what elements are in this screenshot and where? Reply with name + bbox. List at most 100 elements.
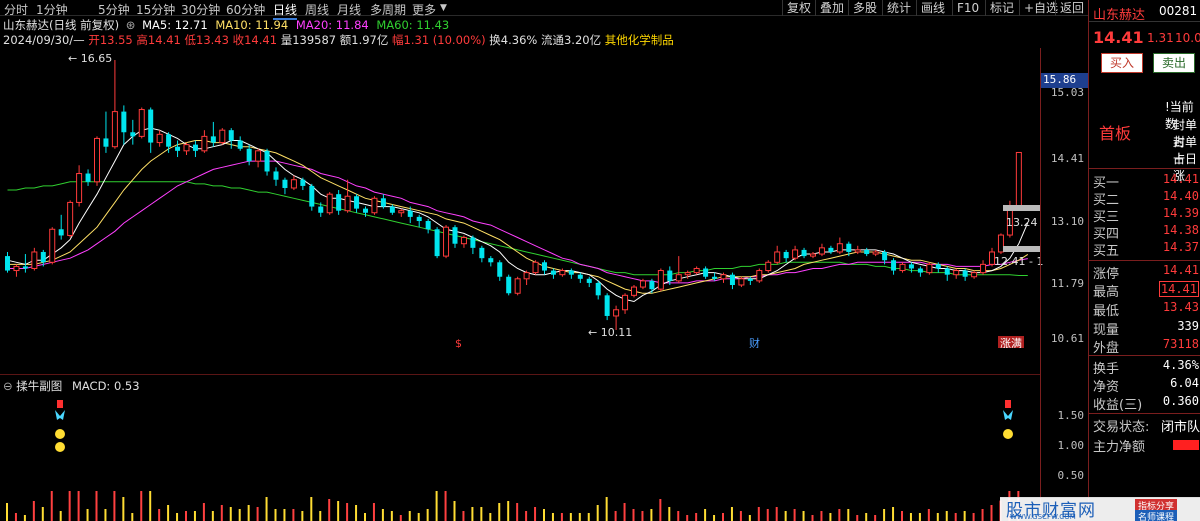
tab-30min[interactable]: 30分钟 [181,1,220,18]
signal-marker-left[interactable] [55,400,65,452]
candle[interactable] [309,183,315,211]
f10-button[interactable]: F10 [952,0,983,16]
candle[interactable] [542,260,547,275]
candle[interactable] [703,266,709,279]
tab-15min[interactable]: 15分钟 [136,1,175,18]
candle[interactable] [336,190,342,215]
candle[interactable] [1015,151,1022,208]
candle[interactable] [595,280,601,300]
candle[interactable] [237,136,243,151]
candle[interactable] [111,60,118,149]
candle[interactable] [219,128,226,145]
candle[interactable] [917,266,923,277]
candle[interactable] [94,136,100,186]
sub-panel-toggle-icon[interactable]: ⊖ [3,379,13,393]
tab-fenshi[interactable]: 分时 [4,1,28,18]
candle[interactable] [58,214,64,240]
buy-button[interactable]: 买入 [1101,53,1143,73]
sell-button[interactable]: 卖出 [1153,53,1195,73]
candle[interactable] [290,175,297,191]
adjust-button[interactable]: 复权 [782,0,815,16]
candle[interactable] [76,165,83,207]
candle[interactable] [568,268,574,279]
tab-monthly[interactable]: 月线 [337,1,361,18]
candle[interactable] [452,225,458,248]
candle[interactable] [300,177,306,191]
candle[interactable] [103,111,109,153]
candle[interactable] [774,245,781,265]
candle[interactable] [31,247,38,271]
tab-weekly[interactable]: 周线 [305,1,329,18]
candle[interactable] [228,128,234,149]
tab-60min[interactable]: 60分钟 [226,1,265,18]
candle[interactable] [899,262,906,273]
candle[interactable] [801,247,807,259]
tab-1min[interactable]: 1分钟 [36,1,68,18]
candle[interactable] [416,214,422,228]
mark-button[interactable]: 标记 [985,0,1018,16]
candle[interactable] [67,200,74,238]
tag-dollar[interactable]: $ [455,337,462,348]
candle[interactable] [443,225,450,259]
candle[interactable] [201,130,208,153]
candle[interactable] [657,268,664,292]
indicator-chart[interactable] [0,394,1040,521]
gear-icon[interactable]: ⊛ [126,18,136,32]
candle[interactable] [792,245,799,261]
candle[interactable] [138,107,145,139]
candle[interactable] [622,293,629,314]
candle[interactable] [121,105,127,145]
candle[interactable] [604,293,610,321]
candle[interactable] [344,179,351,213]
overlay-button[interactable]: 叠加 [815,0,848,16]
tab-multi-period[interactable]: 多周期 [370,1,406,18]
candle[interactable] [13,264,20,277]
tab-daily[interactable]: 日线 [273,1,298,20]
candle[interactable] [818,243,825,257]
back-button[interactable]: 返回 [1055,0,1088,16]
candle[interactable] [49,227,56,265]
candle[interactable] [765,260,772,273]
candle[interactable] [497,260,503,281]
candle[interactable] [326,192,333,215]
tab-5min[interactable]: 5分钟 [98,1,130,18]
multi-stock-button[interactable]: 多股 [848,0,881,16]
candle[interactable] [577,272,583,283]
candle[interactable] [273,167,279,186]
candle[interactable] [836,237,843,255]
candle[interactable] [980,260,987,275]
candle[interactable] [675,256,682,283]
candle[interactable] [649,278,655,294]
candle[interactable] [693,266,700,275]
candle[interactable] [470,235,476,255]
candle[interactable] [183,142,190,155]
candle[interactable] [246,144,252,166]
candle[interactable] [264,148,270,176]
candle[interactable] [434,227,440,259]
tag-limit-up[interactable]: 涨满 [1000,337,1022,348]
candle[interactable] [550,268,556,279]
candle[interactable] [997,233,1004,255]
candle[interactable] [729,272,735,290]
candle[interactable] [389,204,395,215]
candle[interactable] [479,245,485,263]
candle[interactable] [460,235,467,248]
candle[interactable] [532,260,539,275]
candle[interactable] [255,148,262,168]
signal-marker-right[interactable] [1003,400,1013,439]
candle[interactable] [926,262,933,275]
candle[interactable] [944,266,950,281]
tag-finance[interactable]: 财 [749,336,760,348]
candlestick-chart[interactable]: ← 16.65 ← 10.11 13.24 12.41 - 1 $ 财 涨满 [0,48,1088,348]
draw-button[interactable]: 画线 [916,0,949,16]
candle[interactable] [586,276,592,288]
candle[interactable] [425,218,431,234]
candle[interactable] [514,276,521,296]
candle[interactable] [175,140,181,158]
candle[interactable] [282,177,288,195]
candle[interactable] [523,270,530,285]
candle[interactable] [156,130,163,147]
candle[interactable] [371,196,378,215]
stats-button[interactable]: 统计 [882,0,915,16]
candle[interactable] [783,249,789,263]
